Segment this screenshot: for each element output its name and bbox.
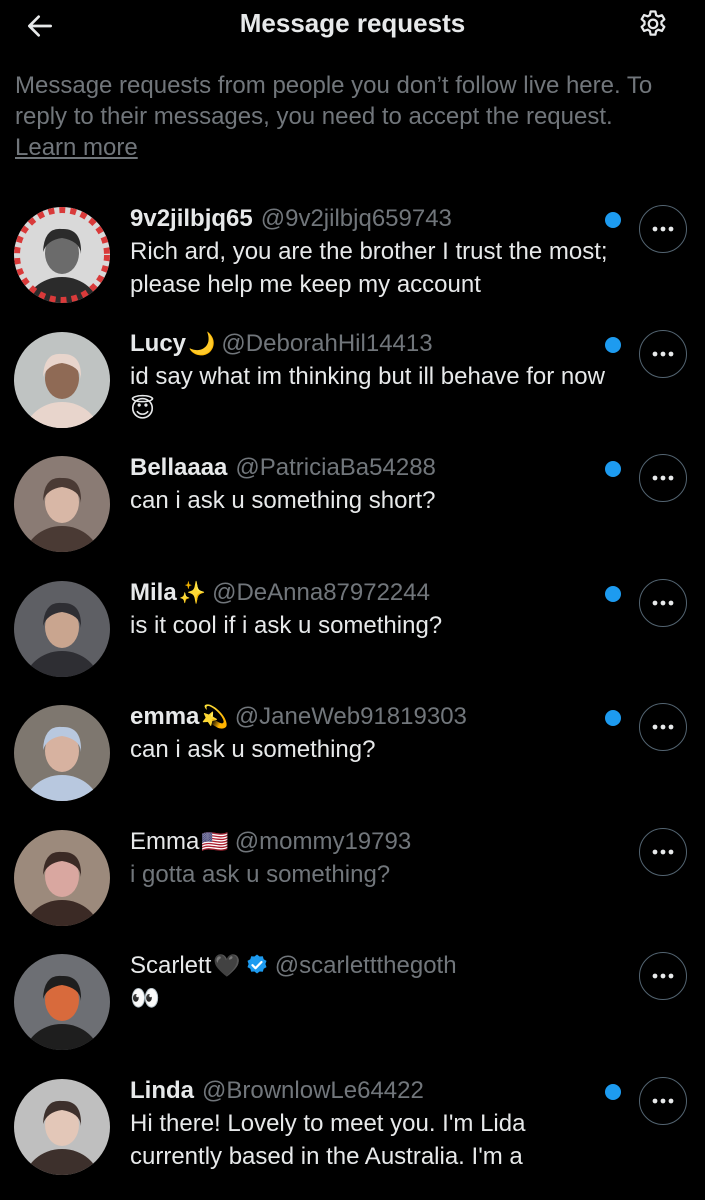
- request-row[interactable]: Emma🇺🇸 @mommy19793 i gotta ask u somethin…: [0, 818, 705, 943]
- name-emoji: 🌙: [188, 330, 216, 356]
- user-handle: @PatriciaBa54288: [235, 454, 436, 481]
- name-line: Bellaaaa @PatriciaBa54288: [130, 452, 610, 484]
- intro-text-block: Message requests from people you don’t f…: [15, 70, 695, 163]
- user-handle: @DeborahHil14413: [221, 329, 433, 357]
- unread-dot: [605, 585, 621, 602]
- name-emoji: ✨: [178, 579, 207, 605]
- more-options-button[interactable]: [639, 703, 687, 751]
- message-preview: 👀: [130, 985, 160, 1012]
- request-row[interactable]: Mila✨ @DeAnna87972244 is it cool if i ask…: [0, 569, 705, 694]
- request-row[interactable]: Linda @BrownlowLe64422 Hi there! Lovely t…: [0, 1067, 705, 1192]
- more-options-button[interactable]: [639, 1076, 687, 1125]
- unread-dot: [605, 461, 621, 477]
- top-bar: Message requests: [0, 0, 705, 52]
- avatar[interactable]: [14, 1078, 110, 1175]
- verified-badge-icon: [247, 954, 267, 974]
- display-name: Lucy: [130, 329, 187, 357]
- more-options-button[interactable]: [639, 329, 687, 378]
- learn-more-link[interactable]: Learn more: [15, 132, 138, 163]
- user-handle: @DeAnna87972244: [212, 578, 430, 606]
- more-horizontal-icon: [652, 724, 674, 730]
- unread-dot: [605, 336, 621, 353]
- more-horizontal-icon: [652, 849, 674, 854]
- request-content: Mila✨ @DeAnna87972244 is it cool if i ask…: [130, 577, 610, 642]
- settings-button[interactable]: [634, 6, 672, 44]
- request-content: Scarlett🖤 @scarlettthegoth 👀: [130, 950, 610, 1015]
- more-horizontal-icon: [652, 351, 674, 356]
- avatar[interactable]: [14, 580, 110, 677]
- message-preview: Hi there! Lovely to meet you. I'm Lida c…: [130, 1109, 526, 1170]
- more-options-button[interactable]: [639, 454, 687, 502]
- message-preview: can i ask u something short?: [130, 487, 436, 514]
- avatar[interactable]: [14, 829, 110, 926]
- intro-text: Message requests from people you don’t f…: [15, 72, 653, 130]
- name-line: Mila✨ @DeAnna87972244: [130, 577, 610, 609]
- request-content: Emma🇺🇸 @mommy19793 i gotta ask u somethin…: [130, 826, 610, 891]
- request-content: Bellaaaa @PatriciaBa54288 can i ask u som…: [130, 452, 610, 517]
- message-request-list: 9v2jilbjq65 @9v2jilbjq659743 Rich ard, yo…: [0, 195, 705, 1191]
- more-options-button[interactable]: [639, 578, 687, 627]
- request-content: emma💫 @JaneWeb91819303 can i ask u someth…: [130, 701, 610, 766]
- user-handle: @BrownlowLe64422: [202, 1076, 424, 1104]
- name-line: emma💫 @JaneWeb91819303: [130, 701, 610, 733]
- unread-dot: [605, 1083, 621, 1100]
- unread-dot: [605, 212, 621, 228]
- more-options-button[interactable]: [639, 827, 687, 876]
- gear-icon: [640, 10, 666, 36]
- avatar[interactable]: [14, 207, 110, 303]
- page-title: Message requests: [239, 8, 466, 38]
- display-name: Bellaaaa: [130, 454, 228, 481]
- request-row[interactable]: Lucy🌙 @DeborahHil14413 id say what im thi…: [0, 320, 705, 445]
- avatar[interactable]: [14, 705, 110, 801]
- message-preview: is it cool if i ask u something?: [130, 611, 443, 639]
- message-preview: Rich ard, you are the brother I trust th…: [130, 238, 608, 298]
- user-handle: @scarlettthegoth: [274, 952, 457, 979]
- name-emoji: 🖤: [213, 953, 241, 978]
- message-preview: can i ask u something?: [130, 736, 376, 763]
- request-content: 9v2jilbjq65 @9v2jilbjq659743 Rich ard, yo…: [130, 203, 610, 301]
- message-preview: i gotta ask u something?: [130, 860, 391, 888]
- user-handle: @9v2jilbjq659743: [260, 205, 452, 232]
- request-row[interactable]: Bellaaaa @PatriciaBa54288 can i ask u som…: [0, 444, 705, 569]
- name-emoji: 💫: [201, 704, 229, 729]
- name-line: 9v2jilbjq65 @9v2jilbjq659743: [130, 203, 610, 235]
- more-options-button[interactable]: [639, 205, 687, 253]
- display-name: 9v2jilbjq65: [130, 205, 253, 232]
- display-name: Emma: [130, 827, 200, 855]
- more-horizontal-icon: [652, 1098, 674, 1103]
- more-horizontal-icon: [652, 226, 674, 232]
- avatar[interactable]: [14, 456, 110, 552]
- message-preview: id say what im thinking but ill behave f…: [130, 362, 605, 423]
- name-line: Linda @BrownlowLe64422: [130, 1075, 610, 1107]
- name-line: Emma🇺🇸 @mommy19793: [130, 826, 610, 858]
- more-horizontal-icon: [652, 973, 674, 979]
- avatar[interactable]: [14, 331, 110, 428]
- request-content: Lucy🌙 @DeborahHil14413 id say what im thi…: [130, 328, 610, 426]
- more-horizontal-icon: [652, 475, 674, 481]
- name-line: Scarlett🖤 @scarlettthegoth: [130, 950, 610, 982]
- name-line: Lucy🌙 @DeborahHil14413: [130, 328, 610, 360]
- user-handle: @mommy19793: [234, 827, 412, 855]
- request-row[interactable]: Scarlett🖤 @scarlettthegoth 👀: [0, 942, 705, 1067]
- display-name: Mila: [130, 578, 177, 606]
- request-row[interactable]: 9v2jilbjq65 @9v2jilbjq659743 Rich ard, yo…: [0, 195, 705, 320]
- display-name: emma: [130, 703, 200, 730]
- more-options-button[interactable]: [639, 952, 687, 1000]
- request-row[interactable]: emma💫 @JaneWeb91819303 can i ask u someth…: [0, 693, 705, 818]
- request-content: Linda @BrownlowLe64422 Hi there! Lovely t…: [130, 1075, 610, 1173]
- unread-dot: [605, 710, 621, 726]
- more-horizontal-icon: [652, 600, 674, 605]
- avatar[interactable]: [14, 954, 110, 1050]
- display-name: Scarlett: [130, 952, 212, 979]
- user-handle: @JaneWeb91819303: [234, 703, 467, 730]
- name-emoji: 🇺🇸: [201, 828, 229, 854]
- display-name: Linda: [130, 1076, 194, 1104]
